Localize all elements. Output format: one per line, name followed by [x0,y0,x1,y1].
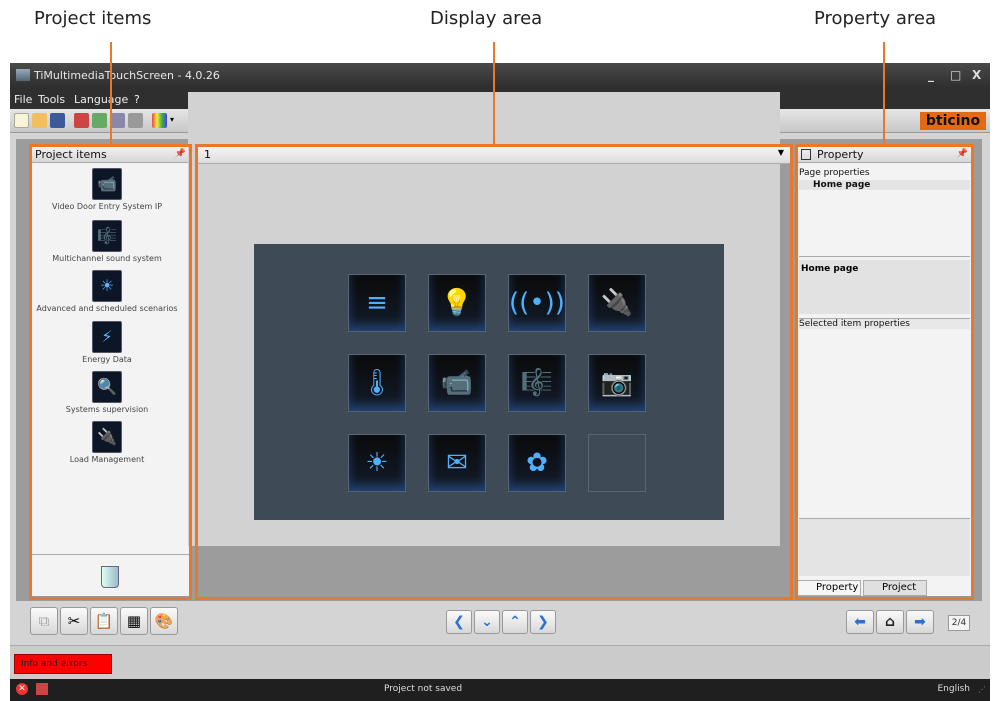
home-button[interactable]: ⌂ [876,610,904,634]
leader-display-area [493,42,495,146]
grid-icon[interactable] [152,113,167,128]
property-area-highlight [795,144,974,600]
minimize-button[interactable]: _ [928,68,934,82]
bottom-toolbar: ⧉ ✂ 📋 ▦ 🎨 ❮ ⌄ ⌃ ❯ ⬅ ⌂ ➡ 2/4 [10,601,990,645]
menu-help[interactable]: ? [134,93,140,106]
layout-button[interactable]: ▦ [120,607,148,635]
callout-display-area: Display area [430,8,543,29]
nav-down-button[interactable]: ⌄ [474,610,500,634]
window-title: TiMultimediaTouchScreen - 4.0.26 [34,69,220,82]
new-icon[interactable] [14,113,29,128]
dropdown-icon[interactable]: ▾ [170,115,174,124]
cut-button[interactable]: ✂ [60,607,88,635]
log-icon[interactable] [36,683,48,695]
receive-icon[interactable] [92,113,107,128]
save-icon[interactable] [50,113,65,128]
paste-button[interactable]: 📋 [90,607,118,635]
menu-language[interactable]: Language [74,93,128,106]
nav-up-button[interactable]: ⌃ [502,610,528,634]
brand-logo: bticino [920,112,986,130]
settings-icon[interactable] [128,113,143,128]
open-icon[interactable] [32,113,47,128]
back-arrow-button[interactable]: ⬅ [846,610,874,634]
resize-grip-icon[interactable]: ⋰ [978,685,986,694]
nav-left-button[interactable]: ❮ [446,610,472,634]
nav-right-button[interactable]: ❯ [530,610,556,634]
menu-tools[interactable]: Tools [38,93,65,106]
status-bar: ✕ Project not saved English ⋰ [10,679,990,701]
update-icon[interactable] [110,113,125,128]
app-icon [16,69,30,81]
menu-file[interactable]: File [14,93,32,106]
leader-property-area [883,42,885,146]
copy-button[interactable]: ⧉ [30,607,58,635]
info-bar: Info and errors [10,645,990,679]
palette-button[interactable]: 🎨 [150,607,178,635]
leader-project-items [110,42,112,146]
send-icon[interactable] [74,113,89,128]
display-area-highlight [195,144,793,600]
page-counter: 2/4 [948,615,970,631]
close-button[interactable]: X [972,68,981,82]
callout-property-area: Property area [814,8,937,29]
maximize-button[interactable]: □ [950,68,961,82]
callout-project-items: Project items [34,8,152,29]
forward-arrow-button[interactable]: ➡ [906,610,934,634]
error-icon[interactable]: ✕ [16,683,28,695]
status-language: English [937,684,971,694]
status-message: Project not saved [384,684,463,694]
project-items-highlight [29,144,192,600]
title-bar: TiMultimediaTouchScreen - 4.0.26 _ □ X [10,63,990,89]
info-errors-button[interactable]: Info and errors [14,654,112,674]
